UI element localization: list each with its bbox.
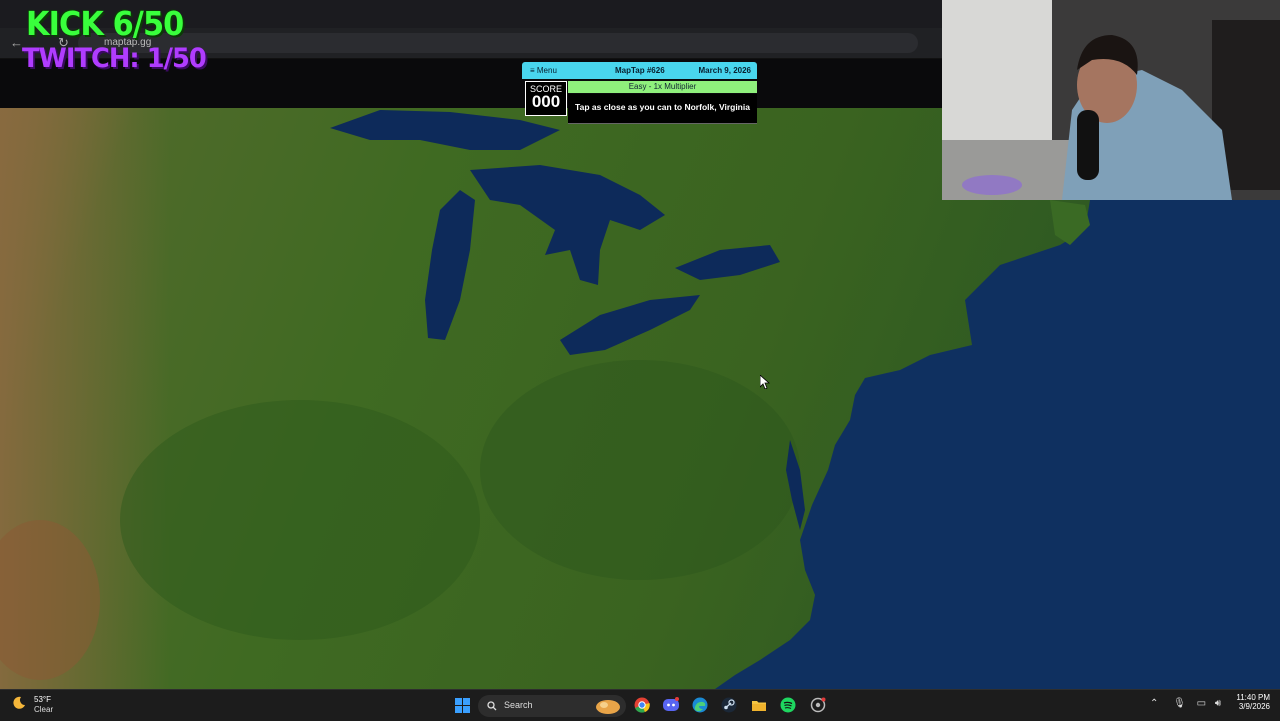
twitch-counter: TWITCH: 1/50	[22, 43, 207, 74]
game-hud: ≡ Menu MapTap #626 March 9, 2026 SCORE 0…	[522, 62, 757, 124]
edge-icon[interactable]	[692, 697, 708, 713]
weather-desc: Clear	[34, 705, 54, 714]
file-explorer-icon[interactable]	[751, 697, 767, 713]
game-title: MapTap #626	[615, 66, 665, 75]
clock-time: 11:40 PM	[1236, 693, 1270, 702]
app-icon[interactable]	[810, 697, 826, 713]
hud-header: ≡ Menu MapTap #626 March 9, 2026	[522, 62, 757, 79]
webcam-feed	[942, 0, 1280, 200]
multiplier-banner: Easy - 1x Multiplier	[568, 81, 757, 93]
clock[interactable]: 11:40 PM 3/9/2026	[1228, 693, 1270, 711]
mouse-cursor-icon	[760, 375, 770, 389]
start-icon[interactable]	[455, 698, 470, 713]
chrome-icon[interactable]	[634, 697, 650, 713]
chevron-up-icon[interactable]: ⌃	[1150, 698, 1158, 709]
network-icon[interactable]: ▭	[1197, 698, 1206, 709]
steam-icon[interactable]	[721, 697, 737, 713]
kick-counter: KICK 6/50	[26, 4, 184, 43]
search-icon	[487, 701, 497, 711]
system-tray: ⌃ 🎙︎ ▭ 🔊︎	[1150, 698, 1221, 709]
volume-icon[interactable]: 🔊︎	[1215, 698, 1221, 709]
search-box[interactable]: Search	[478, 695, 626, 717]
menu-button[interactable]: ≡ Menu	[530, 66, 557, 75]
spotify-icon[interactable]	[780, 697, 796, 713]
clock-date: 3/9/2026	[1238, 702, 1270, 711]
game-date: March 9, 2026	[698, 66, 751, 75]
moon-icon	[13, 696, 25, 709]
taskbar: 53°F Clear Search ⌃ 🎙︎ ▭ 🔊︎ 11:40 PM 3/9…	[0, 689, 1280, 721]
score-box: SCORE 000	[525, 81, 567, 116]
discord-icon[interactable]	[663, 697, 679, 713]
microphone-icon[interactable]: 🎙︎	[1173, 698, 1186, 709]
score-value: 000	[531, 92, 561, 111]
search-label: Search	[504, 700, 533, 710]
target-prompt: Tap as close as you can to Norfolk, Virg…	[568, 94, 757, 124]
weather-temp: 53°F	[34, 695, 51, 704]
search-highlight-icon	[596, 700, 620, 714]
